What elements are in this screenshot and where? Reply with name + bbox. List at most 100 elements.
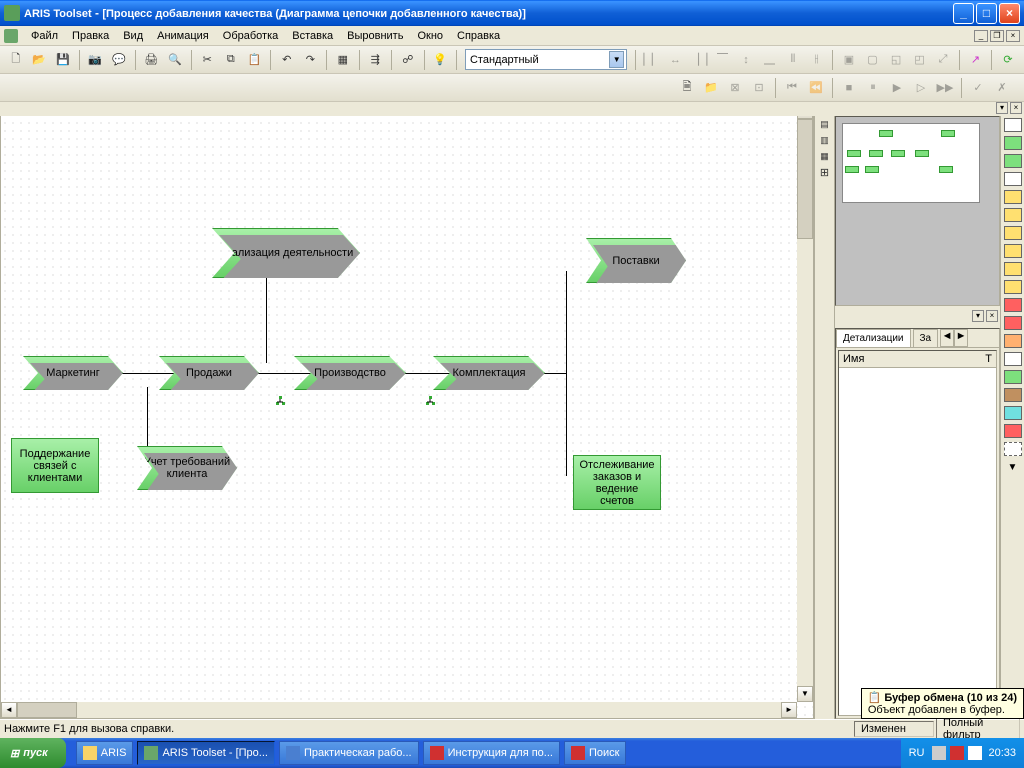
palette-pin-button[interactable]: ▾ <box>996 102 1008 114</box>
play-button[interactable]: ▶ <box>886 77 908 99</box>
palette-shape-red2[interactable] <box>1004 316 1022 330</box>
ungroup-button[interactable]: ▢ <box>862 49 884 71</box>
palette-shape-yellow5[interactable] <box>1004 262 1022 276</box>
menu-help[interactable]: Справка <box>450 28 507 44</box>
pause-button[interactable]: ⏸ <box>862 77 884 99</box>
minimap[interactable] <box>835 116 1000 306</box>
palette-close-button[interactable]: × <box>1010 102 1022 114</box>
palette-shape-dashed[interactable] <box>1004 442 1022 456</box>
task-word[interactable]: Практическая рабо... <box>279 741 419 765</box>
preview-button[interactable]: 🔍 <box>164 49 186 71</box>
print-button[interactable]: 🖨 <box>141 49 163 71</box>
shape-requirements[interactable]: Учет требований клиента <box>137 446 237 490</box>
palette-shape-red3[interactable] <box>1004 424 1022 438</box>
tray-icon-1[interactable] <box>932 746 946 760</box>
h-scrollbar[interactable]: ◄ ► <box>1 702 797 718</box>
maximize-button[interactable]: □ <box>976 3 997 24</box>
nav-icon-2[interactable]: ▥ <box>817 132 833 148</box>
props-pin-button[interactable]: ▾ <box>972 310 984 322</box>
mdi-restore[interactable]: ❐ <box>990 30 1004 42</box>
new-button[interactable]: 🗋 <box>5 49 27 71</box>
check-button[interactable]: ✓ <box>967 77 989 99</box>
align-right-button[interactable]: ▕▕ <box>688 49 710 71</box>
task-aris-folder[interactable]: ARIS <box>76 741 134 765</box>
align-middle-button[interactable]: ↕ <box>735 49 757 71</box>
align-center-button[interactable]: ↔ <box>665 49 687 71</box>
size-button[interactable]: ⤢ <box>932 49 954 71</box>
link-button[interactable]: ☍ <box>397 49 419 71</box>
palette-shape-white[interactable] <box>1004 172 1022 186</box>
palette-shape-green1[interactable] <box>1004 136 1022 150</box>
nav-icon-1[interactable]: ▤ <box>817 116 833 132</box>
save-button[interactable]: 💾 <box>52 49 74 71</box>
align-top-button[interactable]: ⎺ <box>712 49 734 71</box>
v-scrollbar[interactable]: ▲ ▼ <box>797 103 813 702</box>
palette-shape-yellow2[interactable] <box>1004 208 1022 222</box>
back-step-button[interactable]: ⏪ <box>805 77 827 99</box>
mdi-close[interactable]: × <box>1006 30 1020 42</box>
export-button[interactable]: ↗ <box>965 49 987 71</box>
x-button[interactable]: ✗ <box>991 77 1013 99</box>
camera-button[interactable]: 📷 <box>85 49 107 71</box>
doc-button[interactable]: 🗎 <box>676 77 698 99</box>
align-left-button[interactable]: ▏▏ <box>641 49 663 71</box>
menu-animation[interactable]: Анимация <box>150 28 216 44</box>
lang-indicator[interactable]: RU <box>909 747 925 759</box>
mdi-minimize[interactable]: _ <box>974 30 988 42</box>
tab-prev-button[interactable]: ◄ <box>940 329 954 347</box>
stop-button[interactable]: ■ <box>838 77 860 99</box>
tab-details[interactable]: Детализации <box>836 329 911 347</box>
shape-marketing[interactable]: Маркетинг <box>23 356 123 390</box>
menu-align[interactable]: Выровнить <box>340 28 410 44</box>
clock[interactable]: 20:33 <box>988 747 1016 759</box>
palette-shape-green2[interactable] <box>1004 154 1022 168</box>
group-button[interactable]: ▣ <box>838 49 860 71</box>
shape-client-relations[interactable]: Поддержание связей с клиентами <box>11 438 99 493</box>
palette-tool-select[interactable] <box>1004 118 1022 132</box>
align-bottom-button[interactable]: ⎽ <box>759 49 781 71</box>
palette-shape-yellow1[interactable] <box>1004 190 1022 204</box>
close-button[interactable]: × <box>999 3 1020 24</box>
step-button[interactable]: ▷ <box>910 77 932 99</box>
palette-shape-cyan[interactable] <box>1004 406 1022 420</box>
tray-icon-2[interactable] <box>950 746 964 760</box>
rec-button[interactable]: ⊡ <box>748 77 770 99</box>
back-button[interactable]: ◰ <box>909 49 931 71</box>
nav-icon-3[interactable]: ▦ <box>817 148 833 164</box>
shape-sales[interactable]: Продажи <box>159 356 259 390</box>
menu-insert[interactable]: Вставка <box>285 28 340 44</box>
scroll-thumb-v[interactable] <box>797 119 813 239</box>
palette-shape-orange[interactable] <box>1004 334 1022 348</box>
palette-shape-yellow6[interactable] <box>1004 280 1022 294</box>
hierarchy-button[interactable]: ⇶ <box>365 49 387 71</box>
palette-shape-red1[interactable] <box>1004 298 1022 312</box>
front-button[interactable]: ◱ <box>885 49 907 71</box>
menu-edit[interactable]: Правка <box>65 28 116 44</box>
scroll-left-button[interactable]: ◄ <box>1 702 17 718</box>
refresh-button[interactable]: ⟳ <box>997 49 1019 71</box>
props-close-button[interactable]: × <box>986 310 998 322</box>
tray-icon-3[interactable] <box>968 746 982 760</box>
distribute-v-button[interactable]: ⫲ <box>806 49 828 71</box>
minimize-button[interactable]: _ <box>953 3 974 24</box>
menu-file[interactable]: Файл <box>24 28 65 44</box>
palette-shape-white2[interactable] <box>1004 352 1022 366</box>
folder-button[interactable]: 📁 <box>700 77 722 99</box>
props-button[interactable]: ▦ <box>332 49 354 71</box>
chat-button[interactable]: 💬 <box>108 49 130 71</box>
scroll-right-button[interactable]: ► <box>781 702 797 718</box>
rewind-button[interactable]: ⏮ <box>781 77 803 99</box>
bulb-button[interactable]: 💡 <box>429 49 451 71</box>
system-tray[interactable]: RU 20:33 <box>901 738 1024 768</box>
task-aris-toolset[interactable]: ARIS Toolset - [Про... <box>137 741 275 765</box>
menu-processing[interactable]: Обработка <box>216 28 285 44</box>
palette-shape-green3[interactable] <box>1004 370 1022 384</box>
scroll-thumb-h[interactable] <box>17 702 77 718</box>
palette-down-icon[interactable]: ▼ <box>1008 462 1018 473</box>
properties-list[interactable]: Имя Т <box>838 350 997 716</box>
distribute-h-button[interactable]: ⫴ <box>782 49 804 71</box>
dropdown-icon[interactable]: ▼ <box>609 51 624 68</box>
redo-button[interactable]: ↷ <box>300 49 322 71</box>
tab-other[interactable]: За <box>913 329 939 347</box>
diagram-canvas[interactable]: Реализация деятельности Поставки Маркети… <box>0 102 814 719</box>
